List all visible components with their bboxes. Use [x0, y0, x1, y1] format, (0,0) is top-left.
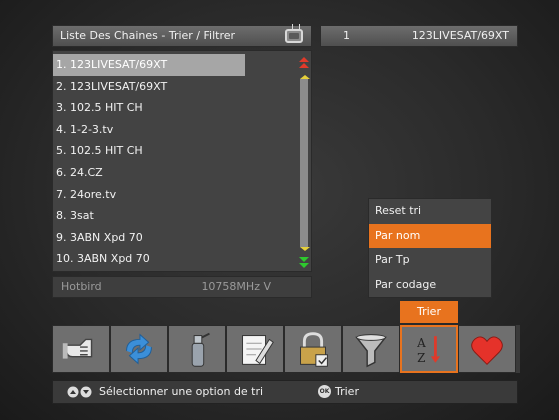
active-tool-label: Trier [400, 301, 458, 323]
lock-icon[interactable] [284, 325, 342, 373]
ok-button-icon: OK [318, 385, 331, 398]
sort-option-by-tp[interactable]: Par Tp [369, 248, 491, 273]
scroll-track[interactable] [300, 75, 310, 251]
fire-extinguisher-icon[interactable] [168, 325, 226, 373]
refresh-arrows-icon[interactable] [110, 325, 168, 373]
tv-screen: Liste Des Chaines - Trier / Filtrer 1 12… [0, 0, 559, 420]
tv-icon [285, 29, 303, 43]
help-text-action: Trier [335, 385, 359, 398]
channel-item[interactable]: 6. 24.CZ [53, 162, 295, 184]
frequency: 10758MHz V [201, 280, 271, 293]
channel-item[interactable]: 1. 123LIVESAT/69XT [53, 54, 245, 76]
heart-icon[interactable] [458, 325, 516, 373]
pencil-paper-icon[interactable] [226, 325, 284, 373]
sort-az-icon[interactable]: AZ [400, 325, 458, 373]
channel-item[interactable]: 7. 24ore.tv [53, 184, 295, 206]
channel-item[interactable]: 9. 3ABN Xpd 70 [53, 227, 295, 249]
channel-item[interactable]: 3. 102.5 HIT CH [53, 97, 295, 119]
current-channel-name: 123LIVESAT/69XT [411, 29, 509, 42]
current-channel-number: 1 [343, 29, 350, 42]
funnel-filter-icon[interactable] [342, 325, 400, 373]
channel-list-panel: 1. 123LIVESAT/69XT 2. 123LIVESAT/69XT 3.… [52, 50, 312, 272]
current-channel-header: 1 123LIVESAT/69XT [320, 25, 518, 47]
scroll-up-icon[interactable] [299, 57, 309, 68]
channel-item[interactable]: 2. 123LIVESAT/69XT [53, 76, 295, 98]
hand-icon[interactable] [52, 325, 110, 373]
channel-list[interactable]: 1. 123LIVESAT/69XT 2. 123LIVESAT/69XT 3.… [53, 54, 295, 270]
transponder-status: Hotbird 10758MHz V [52, 276, 312, 298]
up-down-arrows-icon [67, 386, 92, 398]
sort-option-by-name[interactable]: Par nom [369, 223, 491, 248]
channel-item[interactable]: 8. 3sat [53, 205, 295, 227]
sort-option-reset[interactable]: Reset tri [369, 199, 491, 224]
help-text-select: Sélectionner une option de tri [99, 385, 264, 398]
svg-text:Z: Z [417, 351, 425, 365]
scroll-down-icon[interactable] [299, 257, 309, 268]
list-scrollbar[interactable] [299, 57, 310, 268]
svg-text:A: A [416, 336, 426, 350]
channel-item[interactable]: 4. 1-2-3.tv [53, 119, 295, 141]
help-bar: Sélectionner une option de tri OK Trier [52, 380, 518, 404]
channel-item[interactable]: 5. 102.5 HIT CH [53, 140, 295, 162]
satellite-name: Hotbird [61, 280, 102, 293]
page-title: Liste Des Chaines - Trier / Filtrer [60, 29, 236, 42]
sort-option-by-encoding[interactable]: Par codage [369, 273, 491, 298]
function-toolbar: AZ [52, 325, 520, 373]
channel-list-header: Liste Des Chaines - Trier / Filtrer [52, 25, 312, 47]
sort-menu: Reset tri Par nom Par Tp Par codage [368, 198, 492, 298]
channel-item[interactable]: 10. 3ABN Xpd 70 [53, 248, 295, 270]
